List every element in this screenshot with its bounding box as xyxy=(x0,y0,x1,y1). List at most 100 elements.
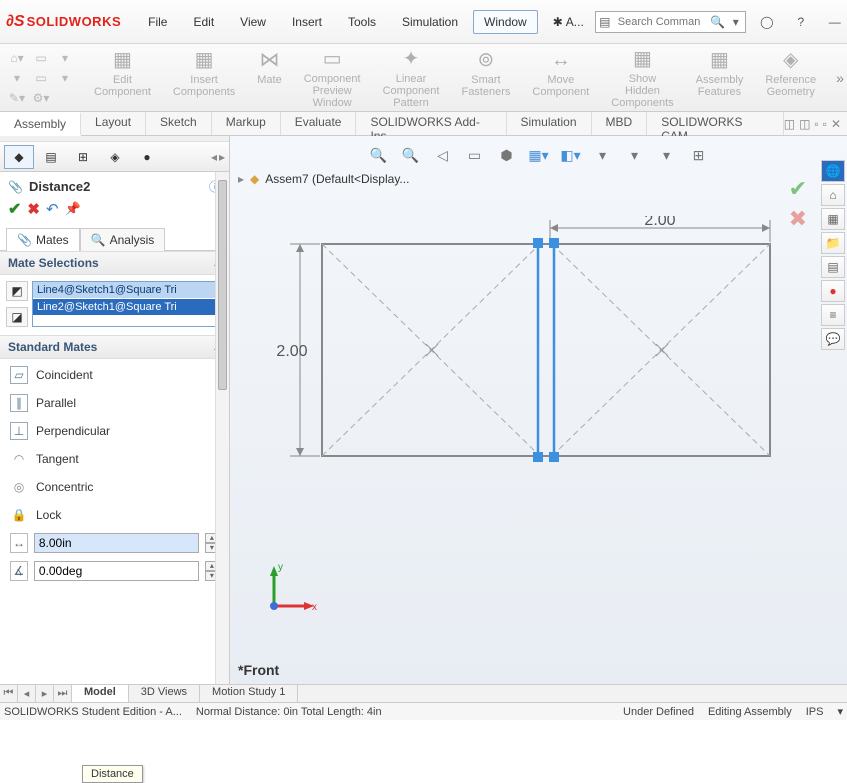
apply-scene-icon[interactable]: ▾ xyxy=(623,144,647,166)
nav-right-icon[interactable]: ▸ xyxy=(219,150,225,164)
btab-next-icon[interactable]: ▸ xyxy=(36,685,54,702)
mate-parallel[interactable]: ∥Parallel xyxy=(0,389,229,417)
btab-prev-icon[interactable]: ◂ xyxy=(18,685,36,702)
options-icon[interactable]: ▾ xyxy=(56,70,74,86)
taskpane-palette-icon[interactable]: ▤ xyxy=(821,256,845,278)
section-mate-selections[interactable]: Mate Selections ˄ xyxy=(0,251,229,275)
panel-scrollbar[interactable] xyxy=(215,172,229,684)
rg-insert-components[interactable]: ▦InsertComponents xyxy=(165,46,243,109)
rg-reference-geometry[interactable]: ◈ReferenceGeometry xyxy=(757,46,824,109)
tab-markup[interactable]: Markup xyxy=(212,112,281,135)
save-icon[interactable]: ▾ xyxy=(8,70,26,86)
menu-insert[interactable]: Insert xyxy=(281,10,333,34)
tab-assembly[interactable]: Assembly xyxy=(0,112,81,136)
rg-edit-component[interactable]: ▦EditComponent xyxy=(86,46,159,109)
feature-tree-tab-icon[interactable]: ◆ xyxy=(4,145,34,169)
btab-last-icon[interactable]: ⏭ xyxy=(54,685,72,702)
cancel-button[interactable]: ✖ xyxy=(27,200,40,218)
btab-first-icon[interactable]: ⏮ xyxy=(0,685,18,702)
selection-filter-1-icon[interactable]: ◩ xyxy=(6,281,28,301)
tab-evaluate[interactable]: Evaluate xyxy=(281,112,357,135)
subtab-analysis[interactable]: 🔍Analysis xyxy=(80,228,166,251)
rg-component-preview[interactable]: ▭ComponentPreviewWindow xyxy=(296,46,369,109)
ribbon-expand-icon[interactable]: » xyxy=(830,46,847,109)
search-input[interactable] xyxy=(614,16,709,28)
view-settings-icon[interactable]: ▾ xyxy=(655,144,679,166)
mate-perpendicular[interactable]: ⊥Perpendicular xyxy=(0,417,229,445)
tab-cam[interactable]: SOLIDWORKS CAM xyxy=(647,112,784,135)
display-tab-icon[interactable]: ◈ xyxy=(100,145,130,169)
zoom-area-icon[interactable]: 🔍 xyxy=(399,144,423,166)
taskpane-explorer-icon[interactable]: 📁 xyxy=(821,232,845,254)
distance-input[interactable] xyxy=(34,533,199,553)
gear-icon[interactable]: ⚙▾ xyxy=(32,90,50,106)
menu-file[interactable]: File xyxy=(137,10,178,34)
tab-simulation[interactable]: Simulation xyxy=(507,112,592,135)
menu-simulation[interactable]: Simulation xyxy=(391,10,469,34)
pane-restore-icon[interactable]: ▫ xyxy=(814,117,818,131)
search-icon[interactable]: 🔍 xyxy=(709,15,727,29)
display-style-icon[interactable]: ▦▾ xyxy=(527,144,551,166)
tab-mbd[interactable]: MBD xyxy=(592,112,648,135)
hide-show-icon[interactable]: ◧▾ xyxy=(559,144,583,166)
appearance-tab-icon[interactable]: ● xyxy=(132,145,162,169)
tab-addins[interactable]: SOLIDWORKS Add-Ins xyxy=(356,112,506,135)
angle-input[interactable] xyxy=(34,561,199,581)
mate-lock[interactable]: 🔒Lock xyxy=(0,501,229,529)
feature-breadcrumb[interactable]: ▸ ◆ Assem7 (Default<Display... xyxy=(238,172,409,186)
view-orient-icon[interactable]: ⬢ xyxy=(495,144,519,166)
undo-button[interactable]: ↶ xyxy=(46,200,59,218)
property-tab-icon[interactable]: ▤ xyxy=(36,145,66,169)
btab-model[interactable]: Model xyxy=(72,685,129,702)
tab-layout[interactable]: Layout xyxy=(81,112,146,135)
rg-smart-fasteners[interactable]: ⊚SmartFasteners xyxy=(453,46,518,109)
pane-prev-icon[interactable]: ◫ xyxy=(784,117,795,131)
menu-edit[interactable]: Edit xyxy=(182,10,225,34)
selection-filter-2-icon[interactable]: ◪ xyxy=(6,307,28,327)
rg-mate[interactable]: ⋈Mate xyxy=(249,46,289,109)
taskpane-home-icon[interactable]: ⌂ xyxy=(821,184,845,206)
search-dropdown-icon[interactable]: ▤ xyxy=(596,15,614,29)
section-view-icon[interactable]: ▭ xyxy=(463,144,487,166)
menu-window[interactable]: Window xyxy=(473,10,538,34)
pin-button[interactable]: 📌 xyxy=(65,201,81,217)
nav-left-icon[interactable]: ◂ xyxy=(211,150,217,164)
open-icon[interactable]: ▾ xyxy=(56,50,74,66)
minimize-button[interactable]: — xyxy=(822,11,847,33)
breadcrumb-expand-icon[interactable]: ▸ xyxy=(238,172,244,186)
4view-icon[interactable]: ⊞ xyxy=(687,144,711,166)
menu-star[interactable]: ✱A... xyxy=(542,10,595,34)
menu-view[interactable]: View xyxy=(229,10,277,34)
confirm-corner-ok-icon[interactable]: ✔ xyxy=(789,176,807,202)
command-search[interactable]: ▤ 🔍 ▾ xyxy=(595,11,746,33)
zoom-fit-icon[interactable]: 🔍 xyxy=(367,144,391,166)
selection-item-1[interactable]: Line4@Sketch1@Square Tri xyxy=(33,282,222,299)
print-icon[interactable]: ▭ xyxy=(32,70,50,86)
config-tab-icon[interactable]: ⊞ xyxy=(68,145,98,169)
scrollbar-thumb[interactable] xyxy=(218,180,227,390)
tool-icon[interactable]: ✎▾ xyxy=(8,90,26,106)
user-icon[interactable]: ◯ xyxy=(754,11,780,33)
taskpane-props-icon[interactable]: ≡ xyxy=(821,304,845,326)
taskpane-resources-icon[interactable]: 🌐 xyxy=(821,160,845,182)
edit-appearance-icon[interactable]: ▾ xyxy=(591,144,615,166)
help-icon[interactable]: ? xyxy=(788,11,814,33)
view-triad[interactable]: y x xyxy=(260,560,320,620)
pane-max-icon[interactable]: ▫ xyxy=(823,117,827,131)
previous-view-icon[interactable]: ◁ xyxy=(431,144,455,166)
taskpane-library-icon[interactable]: ▦ xyxy=(821,208,845,230)
taskpane-appearance-icon[interactable]: ● xyxy=(821,280,845,302)
rg-move-component[interactable]: ↔MoveComponent xyxy=(524,46,597,109)
new-icon[interactable]: ▭ xyxy=(32,50,50,66)
dim-horizontal[interactable]: 2.00 xyxy=(644,216,675,229)
tab-sketch[interactable]: Sketch xyxy=(146,112,212,135)
home-icon[interactable]: ⌂▾ xyxy=(8,50,26,66)
menu-tools[interactable]: Tools xyxy=(337,10,387,34)
taskpane-forum-icon[interactable]: 💬 xyxy=(821,328,845,350)
subtab-mates[interactable]: 📎Mates xyxy=(6,228,80,251)
ok-button[interactable]: ✔ xyxy=(8,199,21,219)
mate-selection-list[interactable]: Line4@Sketch1@Square Tri Line2@Sketch1@S… xyxy=(32,281,223,327)
status-units[interactable]: IPS xyxy=(806,706,824,718)
btab-motion[interactable]: Motion Study 1 xyxy=(200,685,298,702)
pane-next-icon[interactable]: ◫ xyxy=(799,117,810,131)
